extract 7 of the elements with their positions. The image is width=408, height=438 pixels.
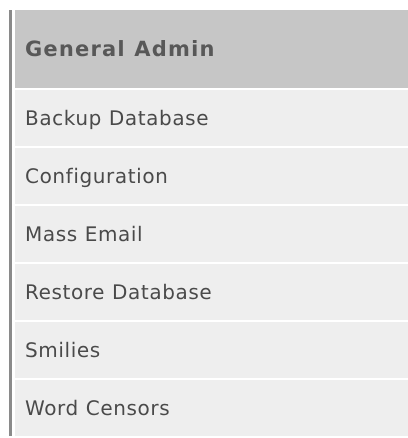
menu-item[interactable]: Backup Database xyxy=(15,88,408,146)
menu-item[interactable]: Restore Database xyxy=(15,262,408,320)
menu-item[interactable]: Word Censors xyxy=(15,378,408,436)
menu-item[interactable]: Mass Email xyxy=(15,204,408,262)
menu-item[interactable]: Configuration xyxy=(15,146,408,204)
menu-item[interactable]: Smilies xyxy=(15,320,408,378)
menu-title: General Admin xyxy=(25,37,216,61)
